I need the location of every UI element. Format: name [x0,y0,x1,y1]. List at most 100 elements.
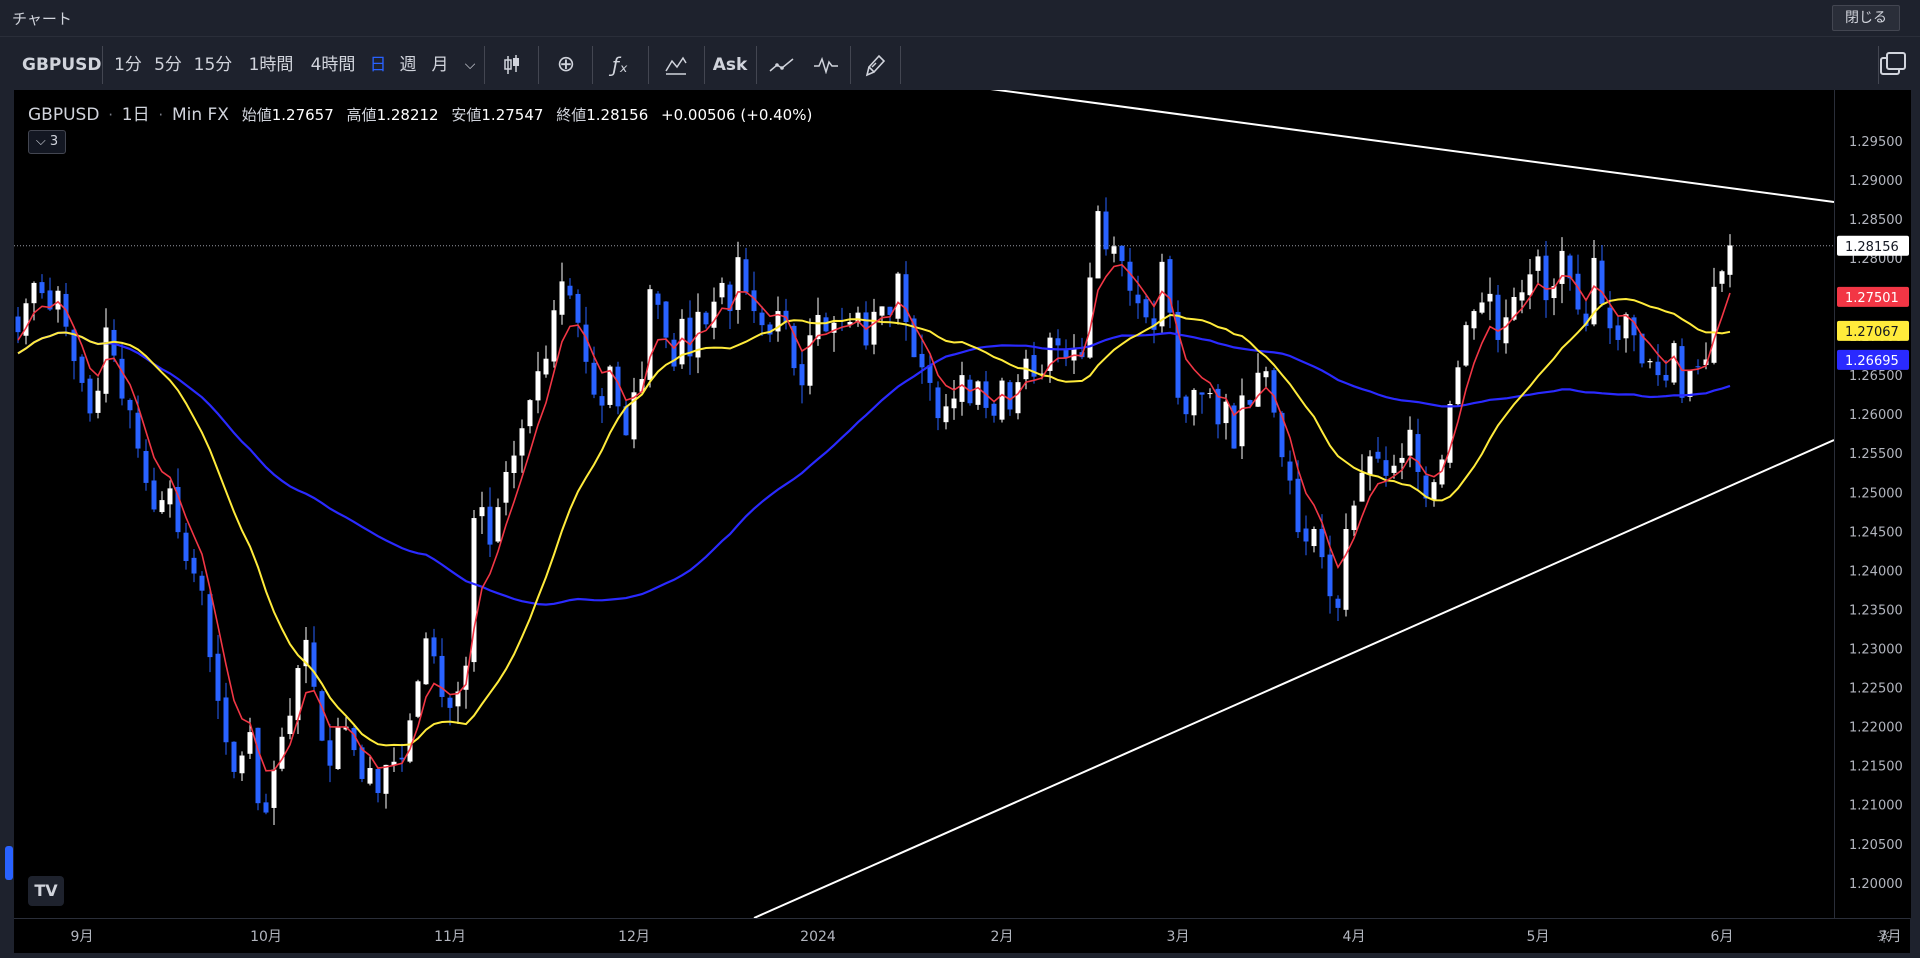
candle-down [703,312,709,325]
candle-down [1415,434,1421,472]
candle-down [575,293,581,323]
candle-down [1495,294,1501,340]
symbol-button[interactable]: GBPUSD [22,40,102,90]
indicator-count: 3 [49,134,59,149]
indicator-collapse-button[interactable]: ⌵ 3 [28,130,66,154]
compare-plus-icon[interactable]: ⊕ [544,40,588,90]
interval-day[interactable]: 日 [366,40,390,90]
candle-up [1359,472,1365,502]
layout-windows-icon[interactable] [1876,40,1910,90]
candle-down [1295,478,1301,533]
settings-gear-icon: ☼ [1876,927,1892,948]
close-button[interactable]: 閉じる [1832,5,1900,31]
candle-up [719,282,725,298]
legend-broker: Min FX [171,105,229,125]
candle-down [1543,255,1549,301]
chevron-down-icon: ⌵ [35,134,46,149]
candle-up [495,507,501,542]
interval-week[interactable]: 週 [396,40,420,90]
candle-up [479,507,485,517]
candle-up [1711,286,1717,363]
candle-down [743,259,749,293]
price-tick-label: 1.29500 [1849,135,1903,150]
candle-down [1271,370,1277,413]
legend-low-label: 安値 [451,106,482,124]
brush-icon[interactable] [856,40,896,90]
candle-up [1223,401,1229,424]
candle-up [1519,292,1525,301]
candle-down [191,557,197,574]
interval-dropdown-icon[interactable]: ⌵ [460,40,480,90]
legend-high-value: 1.28212 [376,106,439,124]
price-tick-label: 1.22000 [1849,721,1903,736]
candle-down [991,403,997,416]
toolbar-divider [900,46,901,84]
candle-down [1607,307,1613,329]
time-tick-label: 4月 [1343,929,1366,945]
candle-down [447,697,453,708]
candle-up [1647,361,1653,363]
ma-value-label: 1.27067 [1845,325,1899,340]
candle-up [335,727,341,770]
candle-down [151,480,157,510]
interval-1m[interactable]: 1分 [110,40,146,90]
candle-up [1671,343,1677,383]
candle-down [311,642,317,687]
interval-15m[interactable]: 15分 [190,40,236,90]
candle-up [959,375,965,402]
candle-up [1407,429,1413,456]
price-tick-label: 1.20000 [1849,877,1903,892]
chart-plot-area[interactable] [14,90,1834,918]
candle-down [663,301,669,338]
interval-month[interactable]: 月 [428,40,452,90]
candle-down [127,399,133,411]
candle-down [135,412,141,449]
candle-down [199,575,205,591]
candle-down [439,655,445,697]
candle-up [1487,293,1493,302]
candle-down [1303,528,1309,542]
legend-symbol[interactable]: GBPUSD [28,105,99,125]
templates-icon[interactable] [654,40,698,90]
candle-up [1015,382,1021,414]
candle-down [79,356,85,383]
oscillator-icon[interactable] [806,40,846,90]
candle-down [207,594,213,658]
price-axis[interactable]: 1.295001.290001.285001.280001.275001.270… [1834,90,1911,918]
candle-up [535,371,541,401]
candle-up [1367,456,1373,475]
price-axis-labels: 1.295001.290001.285001.280001.275001.270… [1837,135,1909,892]
candle-down [359,747,365,779]
candle-down [1695,366,1701,368]
candle-down [655,293,661,305]
candle-down [1103,211,1109,250]
candle-down [1615,325,1621,340]
interval-5m[interactable]: 5分 [150,40,186,90]
candle-down [1383,460,1389,476]
candle-up [1263,371,1269,378]
side-panel-tab[interactable] [5,846,13,880]
candle-down [319,691,325,741]
trend-line-icon[interactable] [762,40,802,90]
price-tick-label: 1.23000 [1849,643,1903,658]
candle-up [247,732,253,754]
candle-up [1479,302,1485,313]
price-tick-label: 1.28500 [1849,213,1903,228]
legend-open-value: 1.27657 [271,106,334,124]
candle-up [167,488,173,505]
ask-button[interactable]: Ask [710,40,750,90]
time-axis[interactable]: 9月10月11月12月20242月3月4月5月6月7月15☼ [14,918,1910,953]
price-chart[interactable] [14,90,1834,918]
chart-legend: GBPUSD · 1日 · Min FX 始値1.27657 高値1.28212… [28,105,813,125]
tradingview-logo[interactable]: TV [28,876,64,906]
candle-down [759,312,765,326]
legend-close-value: 1.28156 [586,106,649,124]
candle-up [279,736,285,769]
candle-up [735,257,741,310]
ma-value-label: 1.26695 [1845,354,1899,369]
indicators-fx-icon[interactable]: ƒₓ [598,40,642,90]
interval-4h[interactable]: 4時間 [304,40,362,90]
interval-1h[interactable]: 1時間 [242,40,300,90]
candle-type-icon[interactable] [492,40,532,90]
candle-down [1655,361,1661,376]
